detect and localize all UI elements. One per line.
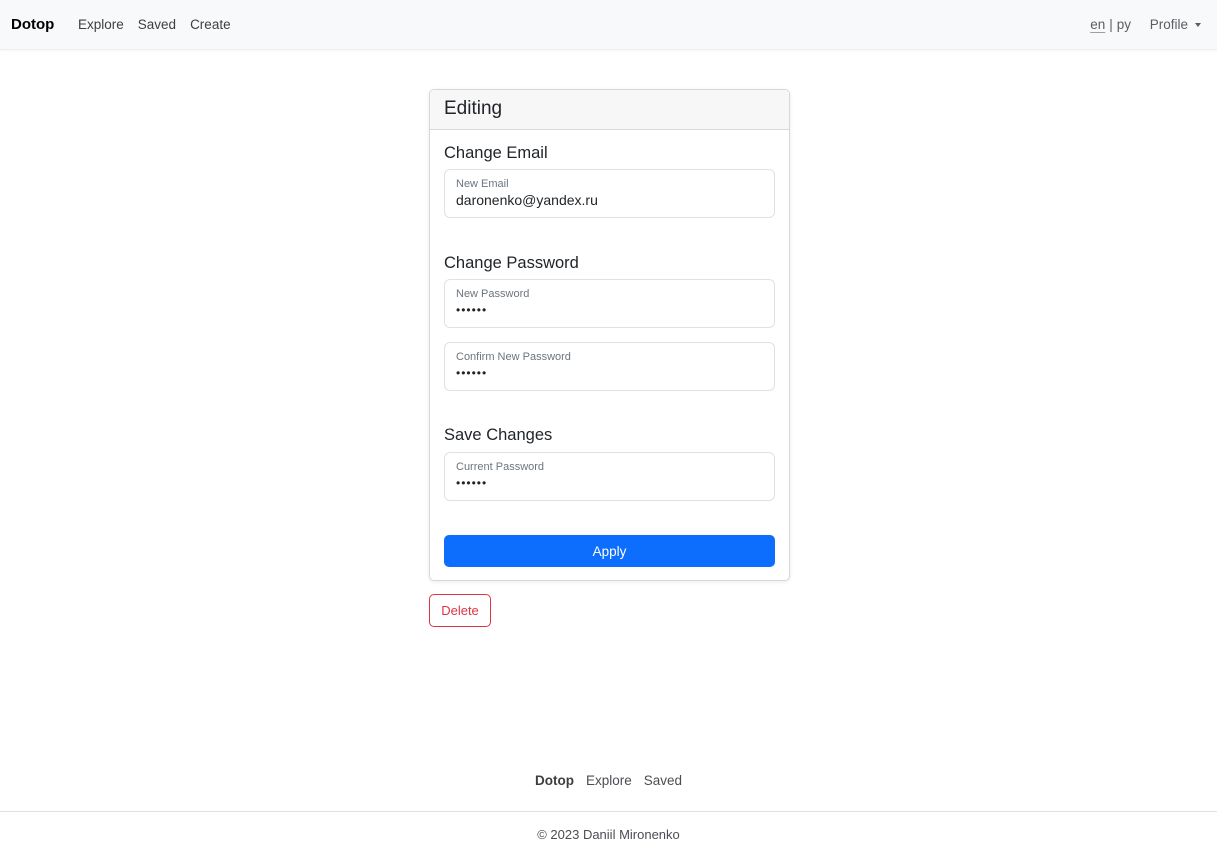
profile-dropdown[interactable]: Profile bbox=[1150, 17, 1201, 32]
change-email-heading: Change Email bbox=[444, 144, 548, 162]
save-changes-heading: Save Changes bbox=[444, 426, 553, 444]
confirm-password-value: •••••• bbox=[456, 366, 488, 380]
current-password-field[interactable]: Current Password •••••• bbox=[444, 452, 775, 501]
change-password-heading: Change Password bbox=[444, 254, 579, 272]
footer-saved-link[interactable]: Saved bbox=[644, 773, 682, 788]
footer-links: Dotop Explore Saved bbox=[0, 773, 1217, 788]
current-password-value: •••••• bbox=[456, 476, 488, 490]
editing-card: Editing Change Email New Email daronenko… bbox=[429, 89, 790, 581]
nav-explore-link[interactable]: Explore bbox=[78, 17, 124, 32]
new-email-value: daronenko@yandex.ru bbox=[456, 192, 598, 208]
new-password-label: New Password bbox=[456, 288, 530, 300]
lang-en-link[interactable]: en bbox=[1090, 17, 1105, 32]
top-navbar: Dotop Explore Saved Create en | py Profile bbox=[0, 0, 1217, 50]
chevron-down-icon bbox=[1195, 22, 1201, 27]
nav-create-link[interactable]: Create bbox=[190, 17, 231, 32]
delete-button[interactable]: Delete bbox=[429, 594, 491, 627]
confirm-password-field[interactable]: Confirm New Password •••••• bbox=[444, 342, 775, 391]
card-title: Editing bbox=[444, 98, 503, 119]
nav-saved-link[interactable]: Saved bbox=[138, 17, 176, 32]
confirm-password-label: Confirm New Password bbox=[456, 351, 571, 363]
new-password-field[interactable]: New Password •••••• bbox=[444, 279, 775, 328]
lang-separator: | bbox=[1109, 17, 1113, 32]
new-email-label: New Email bbox=[456, 178, 509, 190]
copyright-text: © 2023 Daniil Mironenko bbox=[537, 827, 680, 842]
footer-explore-link[interactable]: Explore bbox=[586, 773, 632, 788]
profile-label: Profile bbox=[1149, 17, 1188, 32]
apply-button[interactable]: Apply bbox=[444, 535, 775, 567]
footer-brand-link[interactable]: Dotop bbox=[535, 773, 574, 788]
footer-divider bbox=[0, 811, 1217, 812]
brand-logo-link[interactable]: Dotop bbox=[11, 16, 54, 33]
new-password-value: •••••• bbox=[456, 303, 488, 317]
card-header: Editing bbox=[430, 90, 789, 130]
language-switcher: en | py bbox=[1090, 17, 1131, 32]
lang-ru-link[interactable]: py bbox=[1117, 17, 1131, 32]
current-password-label: Current Password bbox=[456, 461, 545, 473]
nav-links: Explore Saved Create bbox=[78, 17, 245, 32]
new-email-field[interactable]: New Email daronenko@yandex.ru bbox=[444, 169, 775, 218]
